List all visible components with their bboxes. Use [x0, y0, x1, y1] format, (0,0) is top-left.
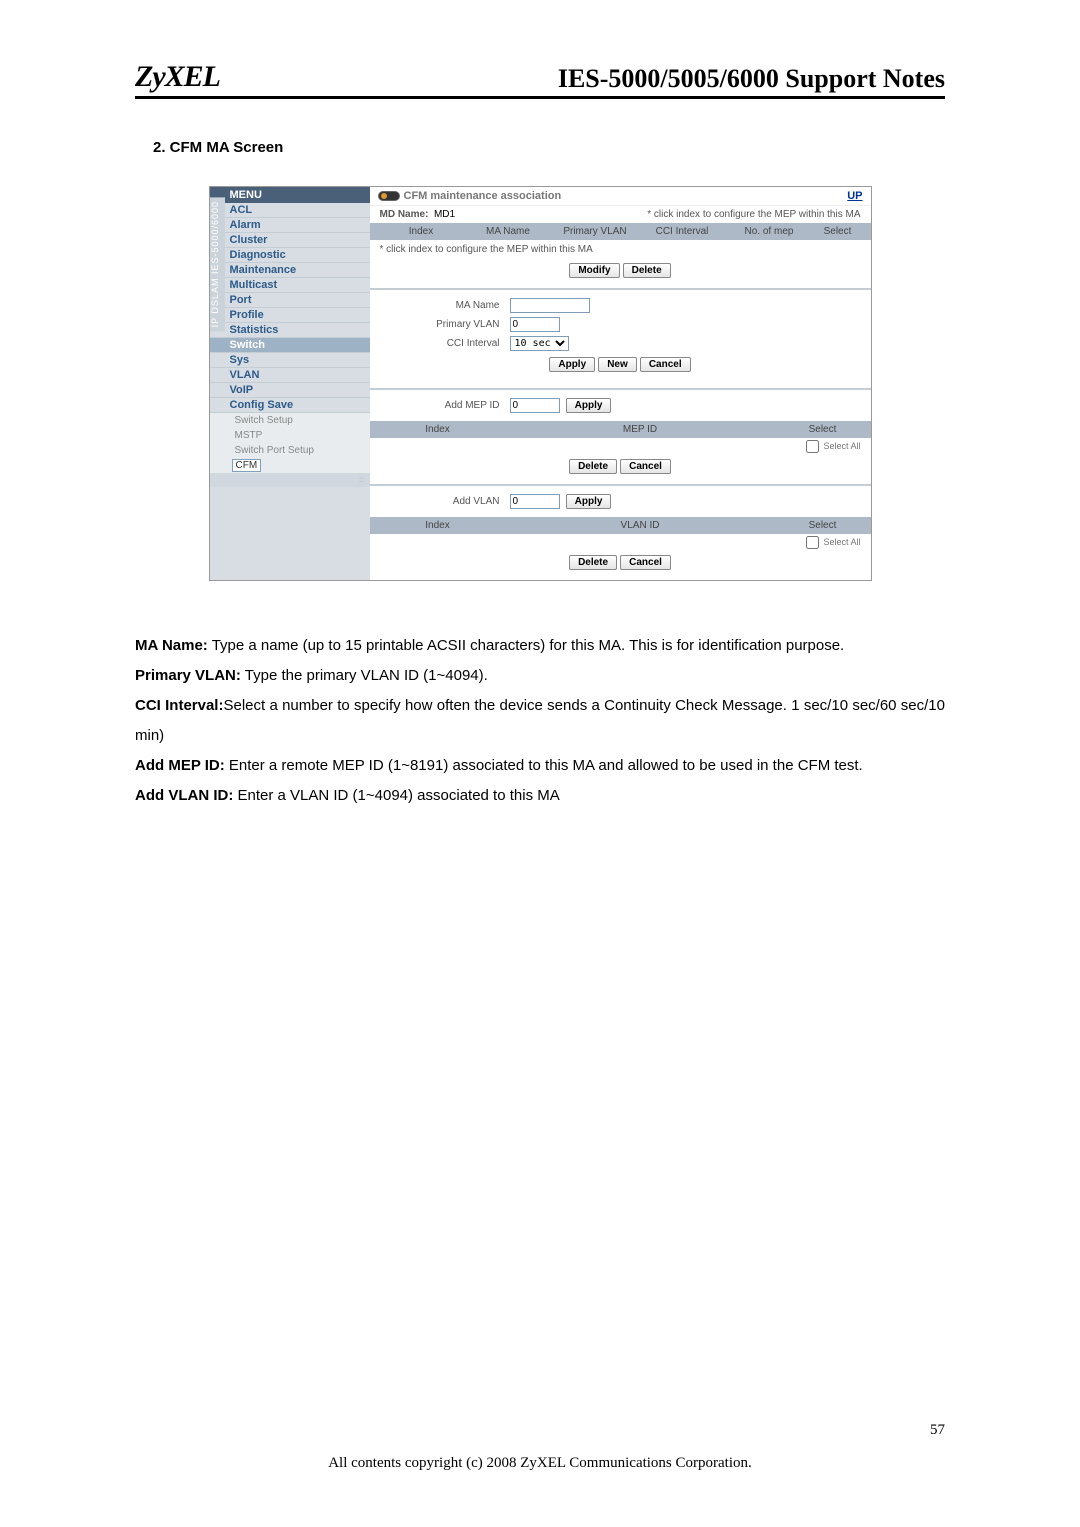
modify-button[interactable]: Modify — [569, 263, 619, 278]
th-primary-vlan: Primary VLAN — [552, 226, 639, 237]
sidebar-item-statistics[interactable]: Statistics — [210, 323, 370, 338]
th-mep-index: Index — [378, 424, 498, 435]
md-name-label: MD Name: — [380, 209, 429, 220]
delete-button-mep[interactable]: Delete — [569, 459, 617, 474]
up-link[interactable]: UP — [847, 190, 862, 202]
sidebar-item-profile[interactable]: Profile — [210, 308, 370, 323]
sidebar-item-acl[interactable]: ACL — [210, 203, 370, 218]
submenu-switch-setup[interactable]: Switch Setup — [210, 413, 370, 428]
sidebar-item-cluster[interactable]: Cluster — [210, 233, 370, 248]
panel-title-text: CFM maintenance association — [404, 190, 562, 202]
th-cci-interval: CCI Interval — [639, 226, 726, 237]
apply-button-mep[interactable]: Apply — [566, 398, 612, 413]
apply-button-1[interactable]: Apply — [549, 357, 595, 372]
sidebar-item-alarm[interactable]: Alarm — [210, 218, 370, 233]
desc-add-mep-text: Enter a remote MEP ID (1~8191) associate… — [225, 757, 863, 774]
ma-name-input[interactable] — [510, 298, 590, 313]
th-mep-id: MEP ID — [498, 424, 783, 435]
apply-button-vlan[interactable]: Apply — [566, 494, 612, 509]
content-panel: CFM maintenance association UP MD Name: … — [370, 187, 871, 580]
note-row: * click index to configure the MEP withi… — [370, 240, 871, 259]
desc-ma-name-text: Type a name (up to 15 printable ACSII ch… — [208, 637, 844, 654]
doc-title: IES-5000/5005/6000 Support Notes — [558, 64, 945, 94]
section-title: 2. CFM MA Screen — [153, 139, 945, 156]
sidebar-item-switch[interactable]: Switch — [210, 338, 370, 353]
add-mep-input[interactable] — [510, 398, 560, 413]
sidebar-item-diagnostic[interactable]: Diagnostic — [210, 248, 370, 263]
sidebar-item-maintenance[interactable]: Maintenance — [210, 263, 370, 278]
submenu-mstp[interactable]: MSTP — [210, 428, 370, 443]
primary-vlan-label: Primary VLAN — [380, 319, 510, 330]
sidebar-item-voip[interactable]: VoIP — [210, 383, 370, 398]
submenu-cfm[interactable]: CFM — [232, 459, 262, 472]
cci-interval-label: CCI Interval — [380, 338, 510, 349]
sidebar-item-multicast[interactable]: Multicast — [210, 278, 370, 293]
hint-text-top: * click index to configure the MEP withi… — [647, 209, 860, 220]
th-mep-select: Select — [783, 424, 863, 435]
ma-table-header: Index MA Name Primary VLAN CCI Interval … — [370, 223, 871, 240]
select-all-vlan-checkbox[interactable] — [806, 536, 819, 549]
desc-ma-name-label: MA Name: — [135, 637, 208, 654]
cancel-button-mep[interactable]: Cancel — [620, 459, 671, 474]
vertical-device-label: IP DSLAM IES-5000/6000 — [210, 197, 225, 331]
select-all-vlan-label: Select All — [823, 537, 860, 547]
new-button[interactable]: New — [598, 357, 637, 372]
th-vlan-select: Select — [783, 520, 863, 531]
th-no-of-mep: No. of mep — [726, 226, 813, 237]
primary-vlan-input[interactable] — [510, 317, 560, 332]
sidebar-item-configsave[interactable]: Config Save — [210, 398, 370, 413]
cci-interval-select[interactable]: 10 sec — [510, 336, 569, 351]
brand-logo: ZyXEL — [135, 60, 220, 94]
select-all-mep-label: Select All — [823, 441, 860, 451]
select-all-mep-checkbox[interactable] — [806, 440, 819, 453]
screenshot-panel: IP DSLAM IES-5000/6000 MENU ACL Alarm Cl… — [209, 186, 872, 581]
status-led-icon — [378, 191, 400, 201]
delete-button-1[interactable]: Delete — [623, 263, 671, 278]
sidebar-item-vlan[interactable]: VLAN — [210, 368, 370, 383]
th-vlan-id: VLAN ID — [498, 520, 783, 531]
sidebar-item-port[interactable]: Port — [210, 293, 370, 308]
desc-add-vlan-label: Add VLAN ID: — [135, 787, 233, 804]
add-mep-label: Add MEP ID — [380, 400, 510, 411]
copyright-footer: All contents copyright (c) 2008 ZyXEL Co… — [135, 1455, 945, 1472]
delete-button-vlan[interactable]: Delete — [569, 555, 617, 570]
desc-cci-text: Select a number to specify how often the… — [135, 697, 945, 744]
mep-table-header: Index MEP ID Select — [370, 421, 871, 438]
add-vlan-label: Add VLAN — [380, 496, 510, 507]
md-name-value: MD1 — [434, 209, 455, 220]
cancel-button-1[interactable]: Cancel — [640, 357, 691, 372]
vlan-table-header: Index VLAN ID Select — [370, 517, 871, 534]
th-select: Select — [813, 226, 863, 237]
ma-name-label: MA Name — [380, 300, 510, 311]
menu-header: MENU — [210, 187, 370, 203]
cancel-button-vlan[interactable]: Cancel — [620, 555, 671, 570]
add-vlan-input[interactable] — [510, 494, 560, 509]
description-block: MA Name: Type a name (up to 15 printable… — [135, 631, 945, 811]
th-vlan-index: Index — [378, 520, 498, 531]
desc-add-vlan-text: Enter a VLAN ID (1~4094) associated to t… — [233, 787, 559, 804]
sidebar: IP DSLAM IES-5000/6000 MENU ACL Alarm Cl… — [210, 187, 370, 580]
sidebar-collapse-handle[interactable]: :: — [210, 473, 370, 487]
sidebar-item-sys[interactable]: Sys — [210, 353, 370, 368]
page-number: 57 — [930, 1422, 945, 1439]
desc-cci-label: CCI Interval: — [135, 697, 223, 714]
desc-pvlan-text: Type the primary VLAN ID (1~4094). — [241, 667, 488, 684]
desc-pvlan-label: Primary VLAN: — [135, 667, 241, 684]
desc-add-mep-label: Add MEP ID: — [135, 757, 225, 774]
th-index: Index — [378, 226, 465, 237]
submenu-switch-port-setup[interactable]: Switch Port Setup — [210, 443, 370, 458]
th-ma-name: MA Name — [465, 226, 552, 237]
